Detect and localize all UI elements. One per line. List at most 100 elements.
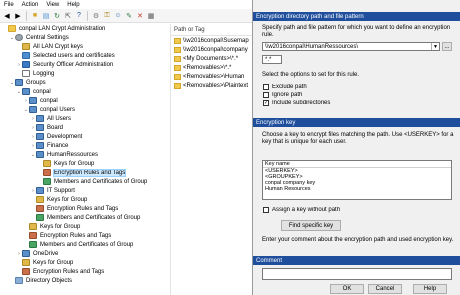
folder-icon[interactable]: ■ — [30, 11, 40, 21]
tree-item[interactable]: › Development — [30, 132, 82, 141]
tree-item[interactable]: ⌄ Central Settings — [9, 33, 69, 42]
section-header-path: Encryption directory path and file patte… — [253, 12, 460, 21]
menu-action[interactable]: Action — [18, 2, 43, 8]
tree-item[interactable]: Keys for Group — [16, 258, 73, 267]
tree-item[interactable]: Encryption Rules and Tags — [23, 231, 111, 240]
delete-icon[interactable]: ✕ — [135, 11, 145, 21]
tree-item[interactable]: Members and Certificates of Group — [30, 213, 140, 222]
tree-item[interactable]: Directory Objects — [9, 276, 72, 285]
tree-item-label: Members and Certificates of Group — [54, 178, 148, 185]
assign-key-label: Assign a key without path — [272, 207, 341, 213]
properties-icon[interactable]: ▤ — [41, 11, 51, 21]
tree-item[interactable]: › conpal — [23, 96, 58, 105]
toolbar-separator — [26, 10, 27, 21]
cert-icon — [29, 241, 37, 248]
app-icon — [8, 25, 16, 32]
tree-item[interactable]: › Board — [30, 123, 63, 132]
toolbar: ◀ ▶ ■ ▤ ↻ ⇱ ? ⚙ ⚿ ☺ ✎ ✕ ▦ — [0, 9, 252, 23]
tree-item-label: conpal LAN Crypt Administration — [19, 25, 106, 32]
ignore-path-checkbox[interactable]: Ignore path — [263, 92, 302, 98]
key-instructions-text: Choose a key to encrypt files matching t… — [262, 132, 454, 145]
tree-item-label: Keys for Group — [47, 196, 88, 203]
exclude-path-checkbox[interactable]: Exclude path — [263, 84, 307, 90]
tree-item[interactable]: Members and Certificates of Group — [23, 240, 133, 249]
help-icon[interactable]: ? — [74, 11, 84, 21]
file-pattern-input[interactable]: *.* — [262, 55, 282, 64]
tree-item[interactable]: › All Users — [30, 114, 71, 123]
cancel-button[interactable]: Cancel — [368, 284, 402, 294]
tree-item[interactable]: Selected users and certificates — [16, 51, 115, 60]
key-list[interactable]: Key name <USERKEY> <GROUPKEY> conpal com… — [262, 160, 452, 200]
menu-view[interactable]: View — [42, 2, 63, 8]
tree-item-label: Encryption Rules and Tags — [52, 168, 127, 177]
menu-help[interactable]: Help — [63, 2, 83, 8]
options-text: Select the options to set for this rule. — [262, 72, 360, 78]
tree-item[interactable]: Keys for Group — [30, 195, 87, 204]
menu-file[interactable]: File — [0, 2, 18, 8]
encryption-rule-dialog: Encryption directory path and file patte… — [252, 0, 460, 295]
find-specific-key-button[interactable]: Find specific key — [281, 220, 341, 231]
tree-item[interactable]: ⌄ HumanRessources — [30, 150, 98, 159]
settings-icon[interactable]: ⚙ — [91, 11, 101, 21]
back-icon[interactable]: ◀ — [2, 11, 12, 21]
tree-item-label: Directory Objects — [26, 277, 73, 284]
keys-icon — [22, 259, 30, 266]
tree-item[interactable]: conpal LAN Crypt Administration — [2, 24, 105, 33]
list-item[interactable]: <Removables>\Human — [171, 72, 252, 81]
tree-item[interactable]: ⌄ conpal Users — [23, 105, 75, 114]
key-icon[interactable]: ⚿ — [102, 11, 112, 21]
tree-item[interactable]: All LAN Crypt keys — [16, 42, 83, 51]
tree-item[interactable]: Members and Certificates of Group — [37, 177, 147, 186]
view-icon[interactable]: ▦ — [146, 11, 156, 21]
cert-icon — [43, 178, 51, 185]
tree-item[interactable]: › Security Officer Administration — [16, 60, 113, 69]
chevron-down-icon[interactable]: ▼ — [431, 43, 439, 50]
tree-item[interactable]: › OneDrive — [16, 249, 58, 258]
tree-item[interactable]: Encryption Rules and Tags — [37, 168, 127, 177]
comment-input[interactable] — [262, 268, 452, 280]
checkmark-icon: ✓ — [263, 100, 269, 106]
forward-icon[interactable]: ▶ — [13, 11, 23, 21]
tree-item-label: Logging — [33, 70, 55, 77]
group-icon — [36, 124, 44, 131]
list-item[interactable]: \\w2016conpal\company — [171, 45, 252, 54]
column-header-path[interactable]: Path or Tag — [171, 24, 252, 36]
list-item[interactable]: <My Documents>\*.* — [171, 54, 252, 63]
tree-item[interactable]: Keys for Group — [37, 159, 94, 168]
key-list-header[interactable]: Key name — [263, 161, 451, 168]
keys-icon — [29, 223, 37, 230]
tree-item-label: Keys for Group — [33, 259, 74, 266]
certificate-icon[interactable]: ✎ — [124, 11, 134, 21]
tree-item[interactable]: Logging — [16, 69, 54, 78]
tree-item[interactable]: › Finance — [30, 141, 68, 150]
list-item[interactable]: \\w2016conpal\Susemap — [171, 36, 252, 45]
ok-button[interactable]: OK — [330, 284, 364, 294]
keys-icon — [36, 196, 44, 203]
checkbox-empty-icon — [263, 207, 269, 213]
ignore-path-label: Ignore path — [272, 92, 303, 98]
export-icon[interactable]: ⇱ — [63, 11, 73, 21]
tree-item-label: Development — [47, 133, 83, 140]
include-subdirectories-checkbox[interactable]: ✓ Include subdirectories — [263, 100, 330, 106]
refresh-icon[interactable]: ↻ — [52, 11, 62, 21]
list-item[interactable]: <Removables>\Plaintext — [171, 81, 252, 90]
browse-button[interactable]: ... — [442, 42, 452, 51]
path-combobox[interactable]: \\w2016conpal\HumanRessources\ ▼ — [262, 42, 440, 51]
user-icon[interactable]: ☺ — [113, 11, 123, 21]
tree-item[interactable]: Encryption Rules and Tags — [16, 267, 104, 276]
exclude-path-label: Exclude path — [272, 84, 307, 90]
key-list-item[interactable]: Human Resources — [263, 186, 451, 192]
tree-item-label: Selected users and certificates — [33, 52, 115, 59]
assign-key-without-path-checkbox[interactable]: Assign a key without path — [263, 207, 340, 213]
list-item[interactable]: <Removables>\*.* — [171, 63, 252, 72]
tree-item[interactable]: ⌄ conpal — [16, 87, 51, 96]
tree-item[interactable]: › IT Support — [30, 186, 75, 195]
help-button[interactable]: Help — [413, 284, 447, 294]
tree-item[interactable]: Keys for Group — [23, 222, 80, 231]
tree-item-label: Finance — [47, 142, 69, 149]
tree-item-label: All LAN Crypt keys — [33, 43, 84, 50]
tree-item-label: Keys for Group — [40, 223, 81, 230]
tree-item[interactable]: ⌄ Groups — [9, 78, 46, 87]
tree-item-label: Members and Certificates of Group — [40, 241, 134, 248]
tree-item[interactable]: Encryption Rules and Tags — [30, 204, 118, 213]
